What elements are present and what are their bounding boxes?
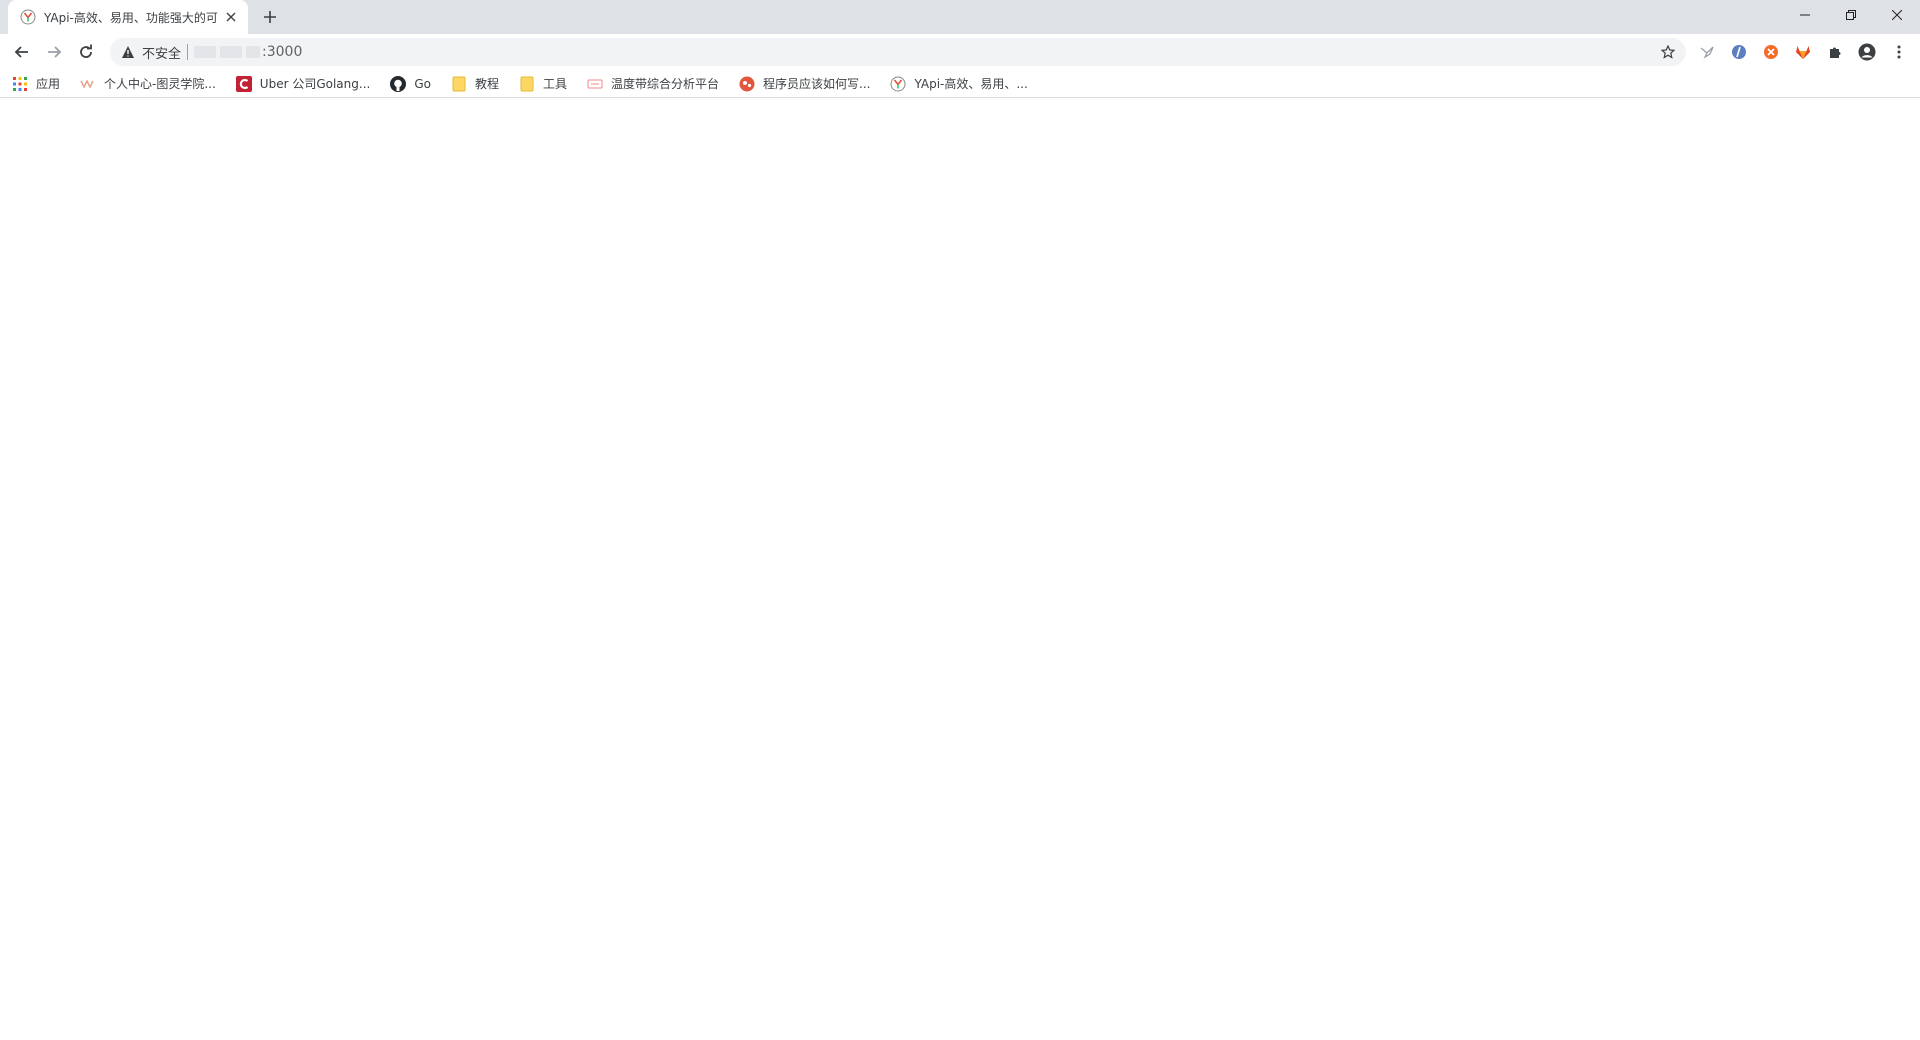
back-button[interactable] bbox=[8, 38, 36, 66]
puzzle-extensions-icon[interactable] bbox=[1822, 39, 1848, 65]
bookmark-tuling[interactable]: 个人中心-图灵学院... bbox=[80, 75, 216, 92]
close-icon bbox=[1892, 10, 1902, 20]
restore-button[interactable] bbox=[1828, 0, 1874, 30]
folder-icon bbox=[451, 76, 467, 92]
extensions-area bbox=[1694, 39, 1912, 65]
bookmark-platform[interactable]: 温度带综合分析平台 bbox=[587, 75, 719, 92]
csdn-icon bbox=[235, 75, 252, 92]
forward-arrow-icon bbox=[48, 46, 62, 58]
yapi-logo-icon bbox=[890, 76, 906, 92]
bookmark-label: Go bbox=[414, 76, 431, 91]
close-tab-icon[interactable] bbox=[222, 8, 240, 26]
bookmark-label: 温度带综合分析平台 bbox=[611, 77, 720, 91]
github-icon bbox=[390, 75, 407, 92]
active-tab[interactable]: YApi-高效、易用、功能强大的可 bbox=[8, 0, 248, 34]
bookmark-article[interactable]: 程序员应该如何写... bbox=[739, 75, 870, 92]
page-content-blank bbox=[0, 98, 1920, 1036]
bookmark-yapi[interactable]: YApi-高效、易用、... bbox=[890, 75, 1028, 92]
bookmark-folder-tools[interactable]: 工具 bbox=[519, 75, 567, 92]
warning-icon[interactable] bbox=[120, 44, 136, 60]
orange-x-extension-icon[interactable] bbox=[1758, 39, 1784, 65]
back-arrow-icon bbox=[14, 46, 28, 58]
forward-button[interactable] bbox=[40, 38, 68, 66]
bookmark-label: YApi-高效、易用、... bbox=[914, 77, 1028, 91]
bookmark-go[interactable]: Go bbox=[390, 75, 431, 92]
minimize-button[interactable] bbox=[1782, 0, 1828, 30]
profile-avatar-icon[interactable] bbox=[1854, 39, 1880, 65]
bird-extension-icon[interactable] bbox=[1694, 39, 1720, 65]
blue-circle-extension-icon[interactable] bbox=[1726, 39, 1752, 65]
window-controls bbox=[1782, 0, 1920, 30]
reload-icon bbox=[80, 44, 92, 58]
bookmark-star-icon[interactable] bbox=[1658, 42, 1678, 62]
folder-icon bbox=[519, 76, 535, 92]
article-icon bbox=[739, 76, 755, 92]
tab-strip: YApi-高效、易用、功能强大的可 bbox=[0, 0, 1920, 34]
toolbar: 不安全 :3000 bbox=[0, 34, 1920, 70]
url-text: :3000 bbox=[262, 44, 303, 60]
menu-kebab-icon[interactable] bbox=[1886, 39, 1912, 65]
platform-icon bbox=[587, 76, 603, 92]
minimize-icon bbox=[1800, 14, 1810, 16]
bookmark-label: 程序员应该如何写... bbox=[763, 77, 871, 91]
apps-grid-icon bbox=[12, 76, 28, 92]
bookmark-label: 个人中心-图灵学院... bbox=[104, 77, 216, 91]
redacted-host bbox=[194, 46, 261, 58]
restore-icon bbox=[1846, 10, 1856, 20]
security-status-label: 不安全 bbox=[142, 46, 182, 62]
bookmark-folder-tutorials[interactable]: 教程 bbox=[451, 75, 499, 92]
gitlab-icon[interactable] bbox=[1790, 39, 1816, 65]
yapi-logo-icon bbox=[20, 9, 36, 25]
plus-icon bbox=[264, 11, 276, 23]
bookmark-label: 教程 bbox=[474, 77, 499, 91]
address-divider bbox=[187, 44, 189, 60]
tuling-icon bbox=[80, 76, 96, 92]
bookmark-label: 应用 bbox=[36, 77, 61, 91]
reload-button[interactable] bbox=[72, 38, 100, 66]
address-bar[interactable]: 不安全 :3000 bbox=[110, 38, 1686, 66]
browser-chrome: YApi-高效、易用、功能强大的可 不安全:3000 应用 个人中心-图灵学院… bbox=[0, 0, 1920, 98]
bookmark-uber-golang[interactable]: Uber 公司Golang... bbox=[235, 75, 371, 92]
bookmark-label: Uber 公司Golang... bbox=[259, 77, 371, 91]
bookmarks-bar: 应用 个人中心-图灵学院... Uber 公司Golang... Go 教程 工… bbox=[0, 70, 1920, 98]
close-window-button[interactable] bbox=[1874, 0, 1920, 30]
bookmark-apps[interactable]: 应用 bbox=[12, 75, 60, 92]
bookmark-label: 工具 bbox=[542, 77, 567, 91]
new-tab-button[interactable] bbox=[256, 5, 284, 29]
tab-title: YApi-高效、易用、功能强大的可 bbox=[44, 10, 218, 25]
